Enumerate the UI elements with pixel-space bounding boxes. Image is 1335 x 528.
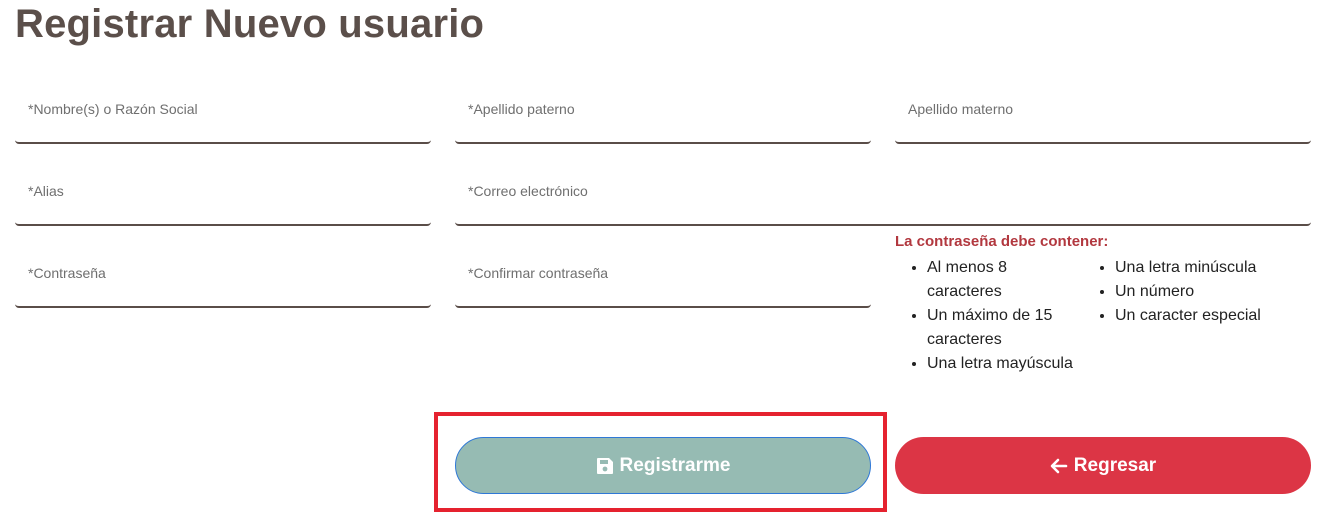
register-button-label: Registrarme [619, 454, 731, 476]
contrasena-field[interactable]: *Contraseña [15, 246, 431, 308]
nombre-field[interactable]: *Nombre(s) o Razón Social [15, 82, 431, 144]
list-item: Un número [1115, 280, 1261, 304]
list-item: Una letra mayúscula [927, 352, 1083, 376]
alias-placeholder: *Alias [28, 183, 64, 199]
page-title: Registrar Nuevo usuario [15, 2, 485, 46]
password-requirements-list-right: Una letra minúscula Un número Un caracte… [1083, 256, 1261, 376]
apellido-materno-field[interactable]: Apellido materno [895, 82, 1311, 144]
apellido-paterno-placeholder: *Apellido paterno [468, 101, 575, 117]
confirmar-contrasena-placeholder: *Confirmar contraseña [468, 265, 609, 281]
register-page: Registrar Nuevo usuario *Nombre(s) o Raz… [0, 0, 1335, 528]
contrasena-placeholder: *Contraseña [28, 265, 106, 281]
correo-placeholder: *Correo electrónico [468, 183, 588, 199]
list-item: Al menos 8 caracteres [927, 256, 1083, 304]
nombre-placeholder: *Nombre(s) o Razón Social [28, 101, 198, 117]
list-item: Un caracter especial [1115, 304, 1261, 328]
password-requirements-title: La contraseña debe contener: [895, 233, 1109, 250]
list-item: Una letra minúscula [1115, 256, 1261, 280]
correo-field[interactable]: *Correo electrónico [455, 164, 1311, 226]
password-requirements: La contraseña debe contener: Al menos 8 … [895, 233, 1325, 376]
confirmar-contrasena-field[interactable]: *Confirmar contraseña [455, 246, 871, 308]
alias-field[interactable]: *Alias [15, 164, 431, 226]
password-requirements-list-left: Al menos 8 caracteres Un máximo de 15 ca… [895, 256, 1083, 376]
register-button[interactable]: Registrarme [455, 437, 871, 494]
floppy-disk-icon [596, 457, 614, 475]
list-item: Un máximo de 15 caracteres [927, 304, 1083, 352]
arrow-left-icon [1050, 457, 1068, 475]
back-button-label: Regresar [1073, 454, 1157, 476]
apellido-paterno-field[interactable]: *Apellido paterno [455, 82, 871, 144]
back-button[interactable]: Regresar [895, 437, 1311, 494]
apellido-materno-placeholder: Apellido materno [908, 101, 1014, 117]
